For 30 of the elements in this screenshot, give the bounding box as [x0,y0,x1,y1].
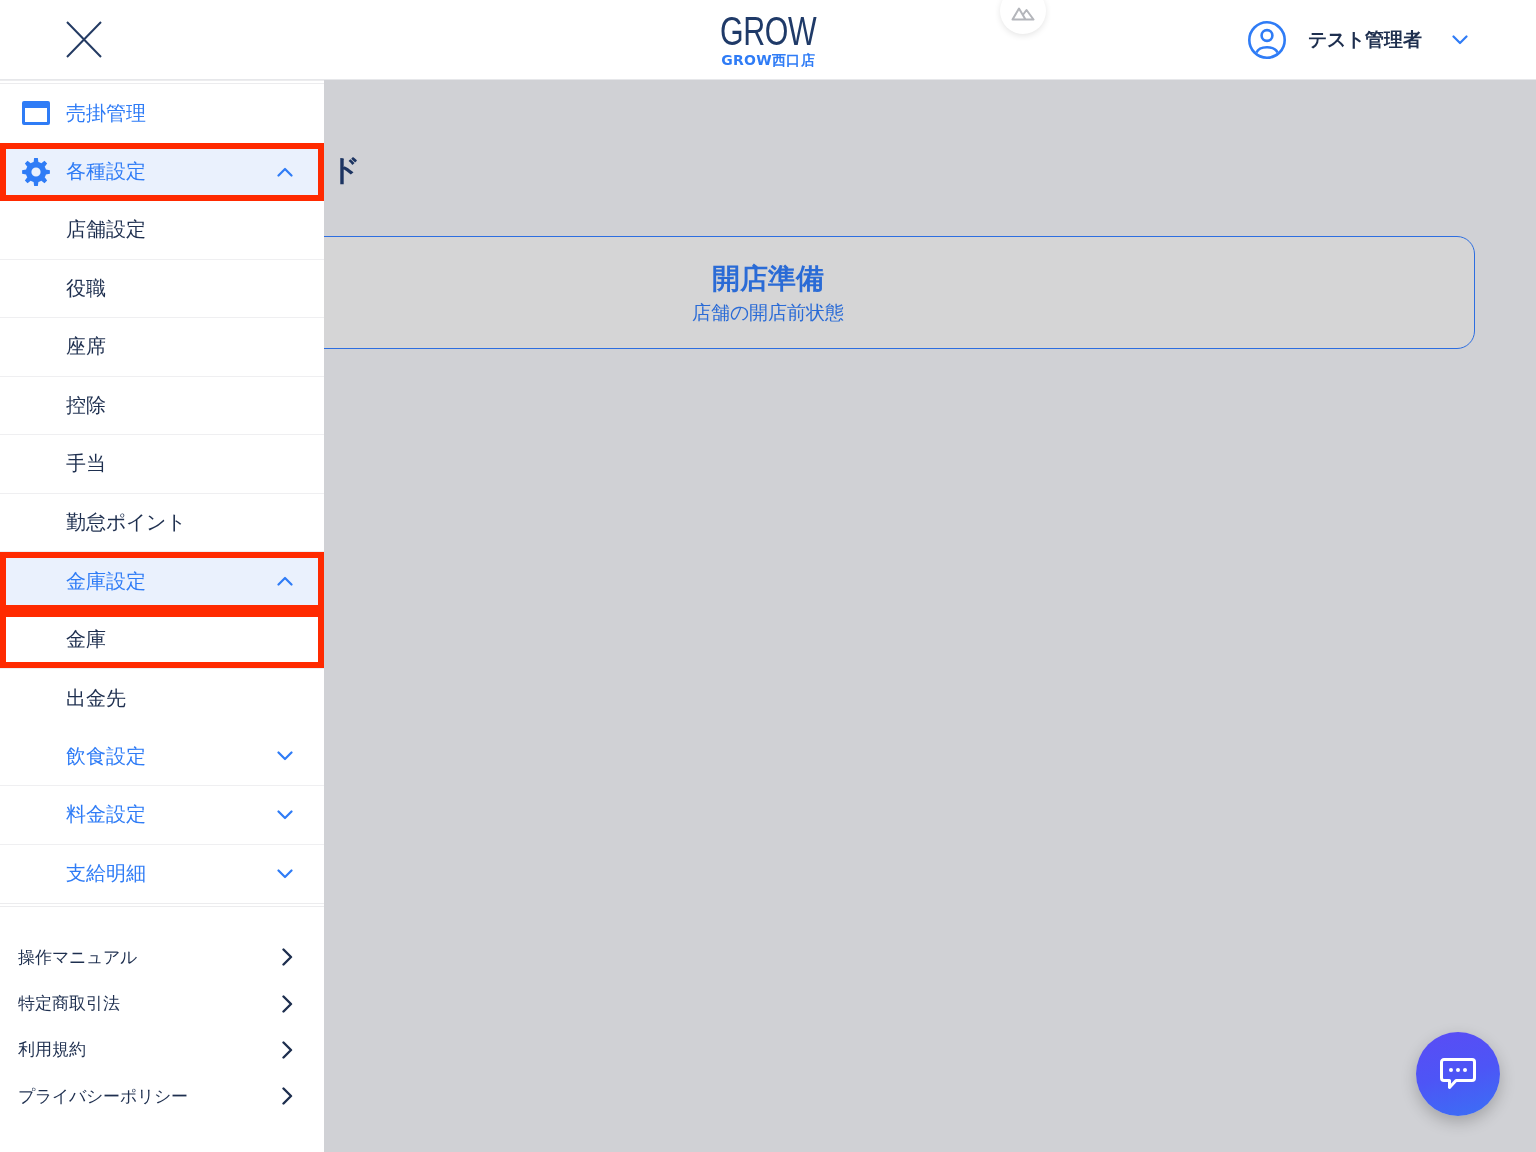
chevron-down-icon [277,751,293,762]
chat-button[interactable] [1416,1032,1500,1116]
status-title: 開店準備 [712,260,824,297]
chevron-down-icon [277,868,293,879]
chevron-right-icon [282,994,293,1013]
chat-bubble-icon [1440,1058,1476,1090]
chevron-up-icon [277,576,293,587]
store-name: GROW西口店 [721,50,815,69]
submenu-item[interactable]: 金庫 [0,610,324,669]
submenu-item[interactable]: 金庫設定 [0,552,324,611]
logo-text: GROW [719,10,817,51]
chevron-right-icon [282,948,293,967]
footer-link[interactable]: 操作マニュアル [0,934,324,981]
status-description: 店舗の開店前状態 [692,299,844,325]
chevron-right-icon [282,1087,293,1106]
gear-icon [22,157,50,186]
footer-link[interactable]: 利用規約 [0,1026,324,1074]
page-title: ド [330,151,362,189]
close-icon [66,21,102,58]
chevron-down-icon [1452,34,1468,45]
mountain-icon [1011,6,1035,21]
menu-item[interactable]: 各種設定 [0,142,324,201]
window-icon [22,101,50,126]
user-menu-button[interactable]: テスト管理者 [1248,20,1468,59]
chevron-down-icon [277,809,293,820]
chevron-right-icon [282,1040,293,1059]
user-avatar-icon [1248,20,1286,59]
footer-link[interactable]: 特定商取引法 [0,980,324,1027]
chevron-up-icon [277,166,293,177]
footer-link[interactable]: プライバシーポリシー [0,1073,324,1120]
